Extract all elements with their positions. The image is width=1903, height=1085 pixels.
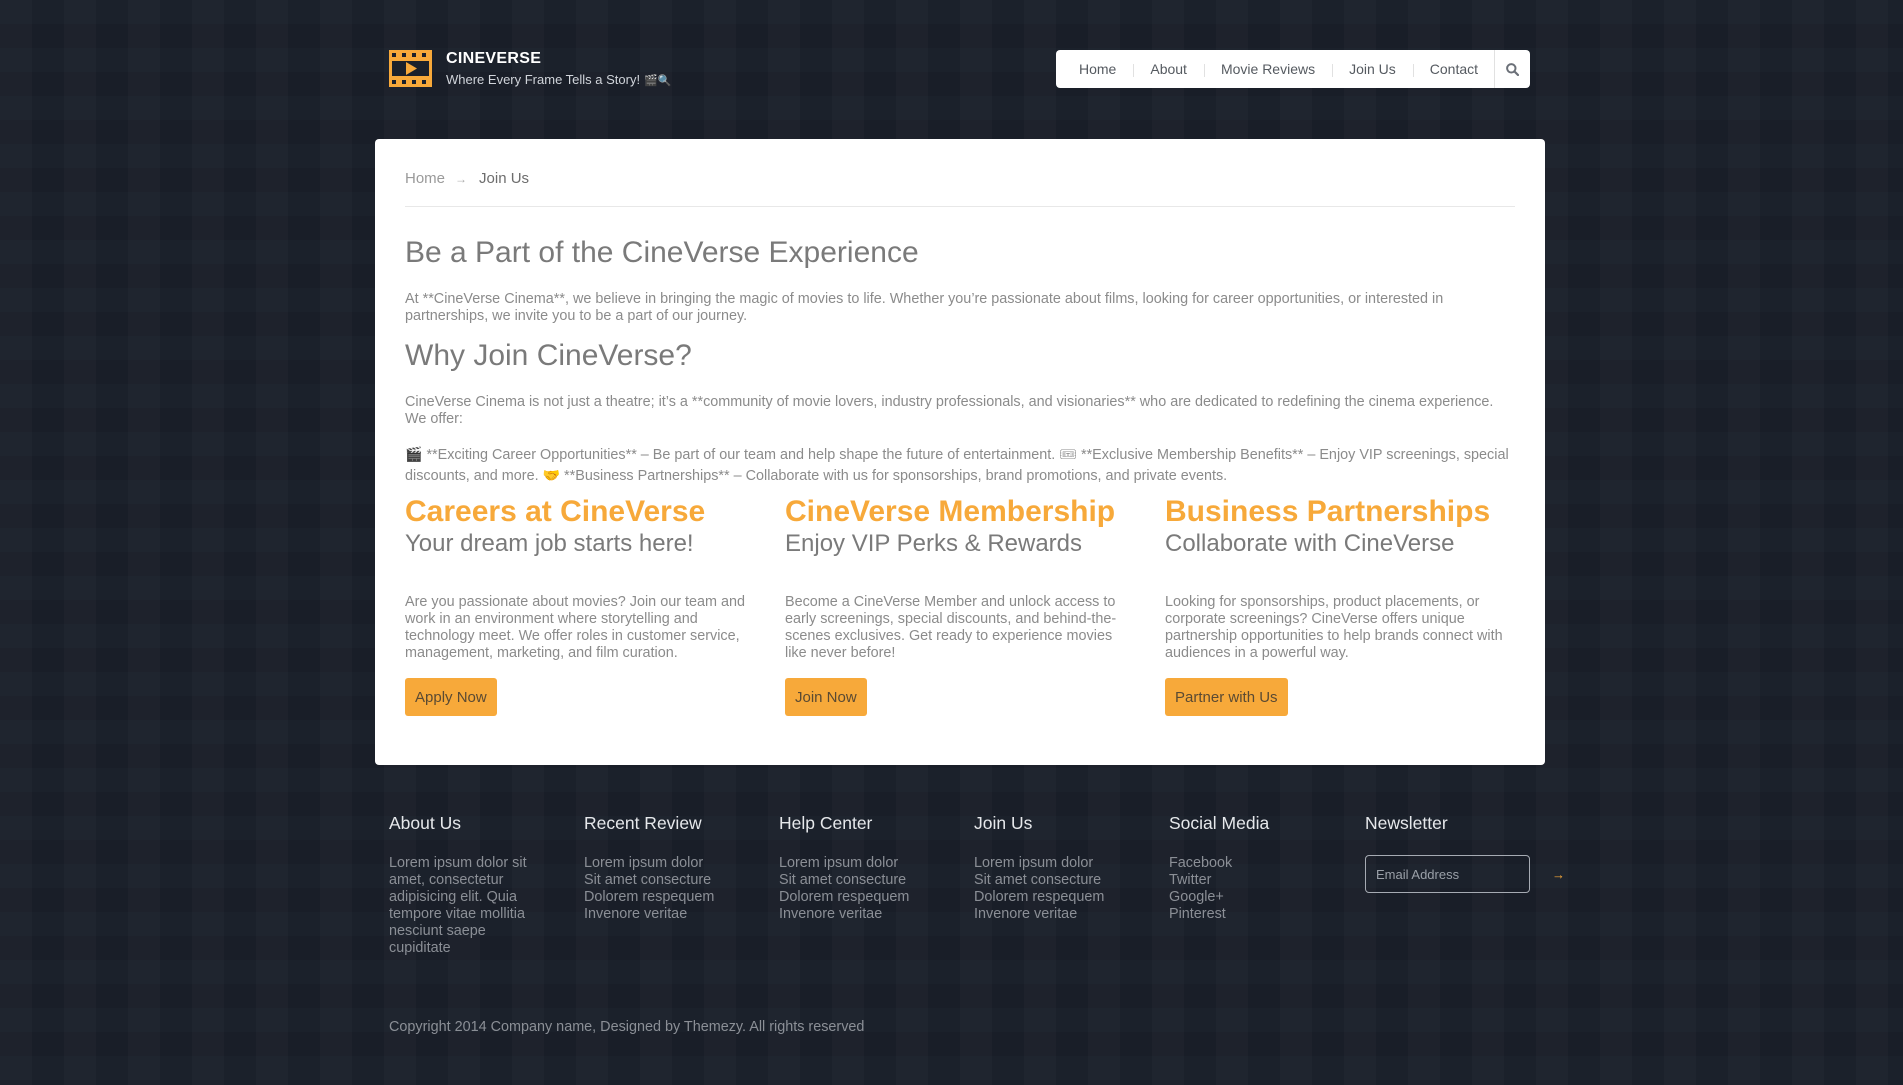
footer-heading: Recent Review <box>584 813 702 833</box>
footer-social-media: Social Media Facebook Twitter Google+ Pi… <box>1169 813 1349 923</box>
footer-link[interactable]: Lorem ipsum dolor <box>974 855 1154 872</box>
footer-link[interactable]: Dolorem respequem <box>779 889 959 906</box>
footer-heading: Social Media <box>1169 813 1270 833</box>
partner-with-us-button[interactable]: Partner with Us <box>1165 678 1288 716</box>
site-logo[interactable]: CINEVERSE Where Every Frame Tells a Stor… <box>389 50 672 87</box>
tagline-emoji: 🎬🔍 <box>644 75 672 87</box>
footer-link[interactable]: Lorem ipsum dolor <box>584 855 764 872</box>
copyright-text: Copyright 2014 Company name, Designed by… <box>389 1019 865 1035</box>
page-title: Be a Part of the CineVerse Experience <box>405 236 919 269</box>
careers-column: Careers at CineVerse Your dream job star… <box>405 495 755 716</box>
column-title: Business Partnerships <box>1165 495 1491 528</box>
footer-heading: About Us <box>389 813 461 833</box>
nav-item-join-us[interactable]: Join Us <box>1332 61 1413 77</box>
site-tagline: Where Every Frame Tells a Story! 🎬🔍 <box>446 72 672 87</box>
footer-link[interactable]: Invenore veritae <box>584 906 764 923</box>
offers-paragraph: 🎬 **Exciting Career Opportunities** – Be… <box>405 444 1515 486</box>
newsletter-form: → <box>1365 855 1565 893</box>
film-play-icon <box>389 50 432 87</box>
footer-newsletter: Newsletter <box>1365 813 1545 834</box>
footer-join-us: Join Us Lorem ipsum dolor Sit amet conse… <box>974 813 1154 923</box>
pinterest-link[interactable]: Pinterest <box>1169 906 1349 923</box>
main-nav: Home About Movie Reviews Join Us Contact <box>1056 50 1530 88</box>
nav-item-home[interactable]: Home <box>1062 61 1133 77</box>
offer-partnerships: **Business Partnerships** – Collaborate … <box>564 468 1228 484</box>
footer-about: About Us Lorem ipsum dolor sit amet, con… <box>389 813 539 957</box>
footer-about-text: Lorem ipsum dolor sit amet, consectetur … <box>389 855 527 956</box>
breadcrumb: Home → Join Us <box>405 170 529 187</box>
footer-heading: Help Center <box>779 813 873 833</box>
column-text: Are you passionate about movies? Join ou… <box>405 594 745 661</box>
nav-item-about[interactable]: About <box>1133 61 1204 77</box>
footer-link[interactable]: Lorem ipsum dolor <box>779 855 959 872</box>
divider <box>405 206 1515 207</box>
footer-link[interactable]: Dolorem respequem <box>584 889 764 906</box>
why-join-paragraph: CineVerse Cinema is not just a theatre; … <box>405 394 1494 427</box>
footer-link[interactable]: Sit amet consecture <box>584 872 764 889</box>
footer-link[interactable]: Sit amet consecture <box>779 872 959 889</box>
search-icon[interactable] <box>1494 50 1530 88</box>
column-text: Become a CineVerse Member and unlock acc… <box>785 594 1117 661</box>
offer-careers: **Exciting Career Opportunities** – Be p… <box>426 447 1056 463</box>
arrow-right-icon[interactable]: → <box>1552 867 1565 882</box>
column-subtitle: Collaborate with CineVerse <box>1165 530 1455 557</box>
content-card: Home → Join Us Be a Part of the CineVers… <box>375 139 1545 765</box>
footer-link[interactable]: Invenore veritae <box>974 906 1154 923</box>
footer-link[interactable]: Dolorem respequem <box>974 889 1154 906</box>
footer-heading: Join Us <box>974 813 1033 833</box>
arrow-right-icon: → <box>455 171 468 186</box>
footer-link[interactable]: Invenore veritae <box>779 906 959 923</box>
footer-help-center: Help Center Lorem ipsum dolor Sit amet c… <box>779 813 959 923</box>
footer-heading: Newsletter <box>1365 813 1448 833</box>
column-subtitle: Enjoy VIP Perks & Rewards <box>785 530 1083 557</box>
site-name: CINEVERSE <box>446 50 542 67</box>
facebook-link[interactable]: Facebook <box>1169 855 1349 872</box>
footer-link[interactable]: Sit amet consecture <box>974 872 1154 889</box>
intro-paragraph: At **CineVerse Cinema**, we believe in b… <box>405 291 1444 324</box>
column-text: Looking for sponsorships, product placem… <box>1165 594 1503 661</box>
apply-now-button[interactable]: Apply Now <box>405 678 497 716</box>
column-title: Careers at CineVerse <box>405 495 706 528</box>
nav-item-contact[interactable]: Contact <box>1412 61 1495 77</box>
breadcrumb-home-link[interactable]: Home <box>405 170 445 187</box>
breadcrumb-current: Join Us <box>479 170 530 187</box>
twitter-link[interactable]: Twitter <box>1169 872 1349 889</box>
column-subtitle: Your dream job starts here! <box>405 530 694 557</box>
column-title: CineVerse Membership <box>785 495 1116 528</box>
google-plus-link[interactable]: Google+ <box>1169 889 1349 906</box>
handshake-icon: 🤝 <box>542 467 561 483</box>
ticket-icon: 🎟 <box>1059 446 1077 462</box>
nav-item-movie-reviews[interactable]: Movie Reviews <box>1203 61 1332 77</box>
clapperboard-icon: 🎬 <box>405 446 423 462</box>
join-now-button[interactable]: Join Now <box>785 678 867 716</box>
footer-recent-review: Recent Review Lorem ipsum dolor Sit amet… <box>584 813 764 923</box>
membership-column: CineVerse Membership Enjoy VIP Perks & R… <box>785 495 1135 716</box>
newsletter-email-input[interactable] <box>1366 856 1552 892</box>
tagline-text: Where Every Frame Tells a Story! <box>446 72 641 87</box>
page: CINEVERSE Where Every Frame Tells a Stor… <box>0 0 1903 1085</box>
why-join-heading: Why Join CineVerse? <box>405 339 692 372</box>
partnerships-column: Business Partnerships Collaborate with C… <box>1165 495 1515 716</box>
